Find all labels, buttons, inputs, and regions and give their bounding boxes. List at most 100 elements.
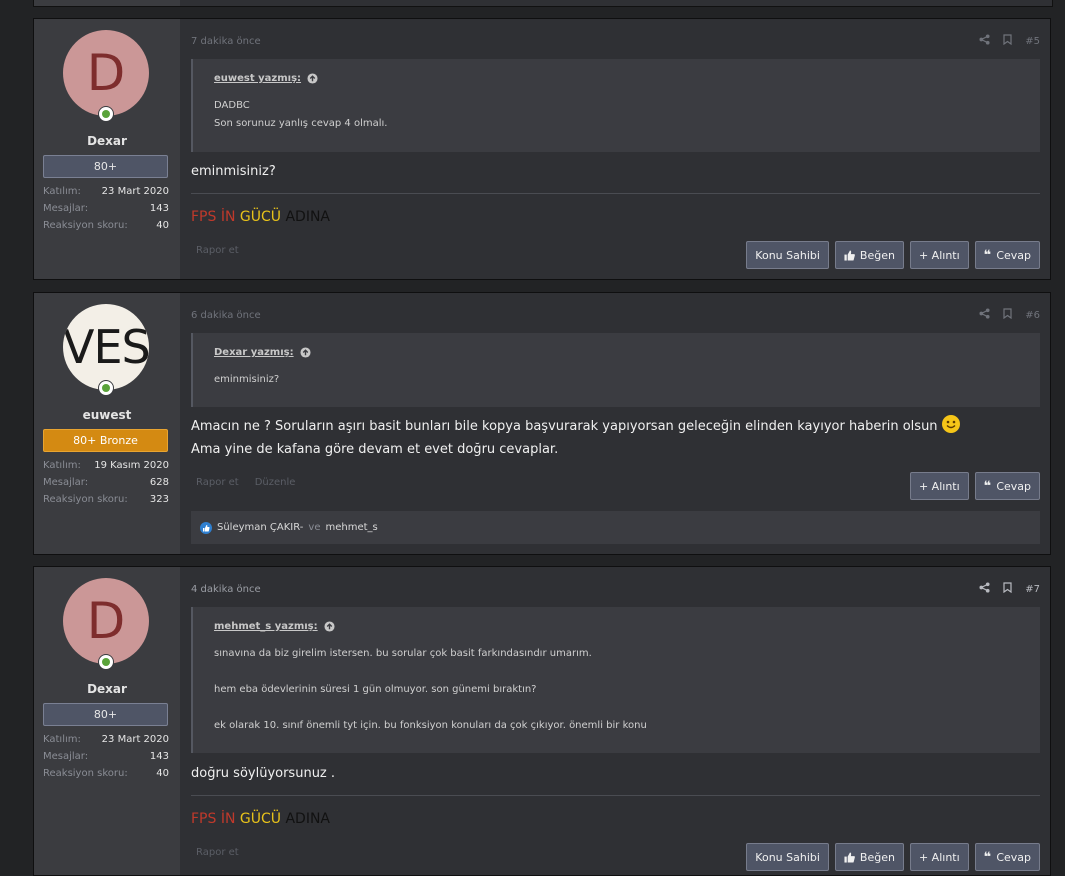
user-stats: Katılım: 19 Kasım 2020 Mesajlar: 628 Reaks…: [43, 457, 169, 508]
arrow-up-circle-icon[interactable]: [300, 347, 311, 358]
quote-button[interactable]: + Alıntı: [909, 241, 969, 269]
stat-label: Reaksiyon skoru:: [43, 768, 128, 779]
quote-line: DADBC: [214, 100, 250, 111]
share-icon[interactable]: [979, 34, 990, 48]
stat-value: 143: [149, 751, 169, 762]
quote-source[interactable]: Dexar yazmış:: [214, 347, 1020, 358]
stat-label: Mesajlar:: [43, 751, 89, 762]
online-indicator-icon: [98, 380, 114, 396]
quote-source[interactable]: mehmet_s yazmış:: [214, 621, 1020, 632]
post-date[interactable]: 4 dakika önce: [191, 584, 261, 595]
report-link[interactable]: Rapor et: [196, 245, 239, 256]
quote-line: ek olarak 10. sınıf önemli tyt için. bu …: [214, 720, 647, 731]
blockquote: mehmet_s yazmış: sınavına da biz girelim…: [191, 607, 1040, 753]
post-links: Rapor et: [196, 245, 255, 256]
quote-marks-icon: ❝: [983, 849, 992, 865]
reactions-bar: Süleyman ÇAKIR- ve mehmet_s: [191, 511, 1040, 544]
post-number[interactable]: #7: [1025, 584, 1040, 595]
arrow-up-circle-icon[interactable]: [307, 73, 318, 84]
stat-label: Katılım:: [43, 186, 81, 197]
blockquote: euwest yazmış: DADBC Son sorunuz yanlış …: [191, 59, 1040, 152]
previous-post-edge: [33, 0, 1053, 7]
stat-value: 143: [149, 203, 169, 214]
quote-button[interactable]: + Alıntı: [909, 843, 969, 871]
stat-value: 628: [149, 477, 169, 488]
quote-marks-icon: ❝: [983, 247, 992, 263]
reply-button[interactable]: ❝ Cevap: [974, 472, 1040, 500]
quote-marks-icon: ❝: [983, 478, 992, 494]
stat-label: Mesajlar:: [43, 203, 89, 214]
bookmark-icon[interactable]: [1003, 34, 1012, 48]
report-link[interactable]: Rapor et: [196, 477, 239, 488]
post-5: D Dexar 80+ Katılım: 23 Mart 2020 Mesajla…: [33, 18, 1051, 280]
thread-starter-button[interactable]: Konu Sahibi: [746, 843, 829, 871]
blockquote: Dexar yazmış: eminmisiniz?: [191, 333, 1040, 407]
stat-label: Katılım:: [43, 734, 81, 745]
like-button[interactable]: Beğen: [834, 241, 904, 269]
signature-divider: [191, 193, 1040, 194]
quote-button[interactable]: + Alıntı: [909, 472, 969, 500]
message-cell: 4 dakika önce #7 mehmet_s yazmış: sınavı…: [191, 567, 1040, 875]
quote-line: eminmisiniz?: [214, 374, 280, 385]
report-link[interactable]: Rapor et: [196, 847, 239, 858]
quote-line: hem eba ödevlerinin süresi 1 gün olmuyor…: [214, 684, 537, 695]
post-6: VES euwest 80+ Bronze Katılım: 19 Kasım 2…: [33, 292, 1051, 555]
avatar[interactable]: D: [63, 30, 149, 116]
reaction-user[interactable]: Süleyman ÇAKIR-: [217, 522, 303, 533]
stat-value: 23 Mart 2020: [101, 186, 169, 197]
message-cell: 7 dakika önce #5 euwest yazmış: DADBC So…: [191, 19, 1040, 279]
like-reaction-icon: [200, 521, 212, 534]
post-actions: #6: [979, 308, 1040, 322]
quote-source[interactable]: euwest yazmış:: [214, 73, 1020, 84]
arrow-up-circle-icon[interactable]: [324, 621, 335, 632]
share-icon[interactable]: [979, 308, 990, 322]
stat-value: 323: [149, 494, 169, 505]
user-title-badge: 80+: [43, 703, 168, 726]
stat-value: 40: [156, 768, 169, 779]
signature: FPS İN GÜCÜ ADINA: [191, 209, 331, 225]
stat-label: Katılım:: [43, 460, 81, 471]
stat-label: Mesajlar:: [43, 477, 89, 488]
user-cell: D Dexar 80+ Katılım: 23 Mart 2020 Mesajla…: [34, 19, 180, 279]
user-title-badge: 80+ Bronze: [43, 429, 168, 452]
post-buttons: Konu Sahibi Beğen + Alıntı ❝ Cevap: [746, 843, 1040, 871]
post-actions: #5: [979, 34, 1040, 48]
stat-label: Reaksiyon skoru:: [43, 220, 128, 231]
thumbs-up-icon: [844, 249, 855, 261]
user-stats: Katılım: 23 Mart 2020 Mesajlar: 143 Reaksi…: [43, 731, 169, 782]
post-links: Rapor et Düzenle: [196, 477, 311, 488]
user-cell: D Dexar 80+ Katılım: 23 Mart 2020 Mesajla…: [34, 567, 180, 875]
user-cell: VES euwest 80+ Bronze Katılım: 19 Kasım 2…: [34, 293, 180, 554]
post-links: Rapor et: [196, 847, 255, 858]
avatar[interactable]: VES: [63, 304, 149, 390]
user-stats: Katılım: 23 Mart 2020 Mesajlar: 143 Reaksi…: [43, 183, 169, 234]
post-number[interactable]: #5: [1025, 36, 1040, 47]
username[interactable]: Dexar: [34, 134, 180, 148]
reply-button[interactable]: ❝ Cevap: [974, 241, 1040, 269]
bookmark-icon[interactable]: [1003, 308, 1012, 322]
post-date[interactable]: 6 dakika önce: [191, 310, 261, 321]
signature: FPS İN GÜCÜ ADINA: [191, 811, 331, 827]
like-button[interactable]: Beğen: [834, 843, 904, 871]
quote-line: Son sorunuz yanlış cevap 4 olmalı.: [214, 118, 388, 129]
bookmark-icon[interactable]: [1003, 582, 1012, 596]
post-actions: #7: [979, 582, 1040, 596]
thread-starter-button[interactable]: Konu Sahibi: [746, 241, 829, 269]
reaction-user[interactable]: mehmet_s: [325, 522, 377, 533]
username[interactable]: Dexar: [34, 682, 180, 696]
post-7: D Dexar 80+ Katılım: 23 Mart 2020 Mesajla…: [33, 566, 1051, 876]
message-cell: 6 dakika önce #6 Dexar yazmış: eminmisin…: [191, 293, 1040, 554]
reaction-and: ve: [308, 522, 321, 533]
stat-label: Reaksiyon skoru:: [43, 494, 128, 505]
post-date[interactable]: 7 dakika önce: [191, 36, 261, 47]
post-number[interactable]: #6: [1025, 310, 1040, 321]
avatar[interactable]: D: [63, 578, 149, 664]
signature-divider: [191, 795, 1040, 796]
smile-emoji-icon: [941, 415, 960, 433]
edit-link[interactable]: Düzenle: [255, 477, 296, 488]
reply-button[interactable]: ❝ Cevap: [974, 843, 1040, 871]
stat-value: 40: [156, 220, 169, 231]
online-indicator-icon: [98, 654, 114, 670]
username[interactable]: euwest: [34, 408, 180, 422]
share-icon[interactable]: [979, 582, 990, 596]
